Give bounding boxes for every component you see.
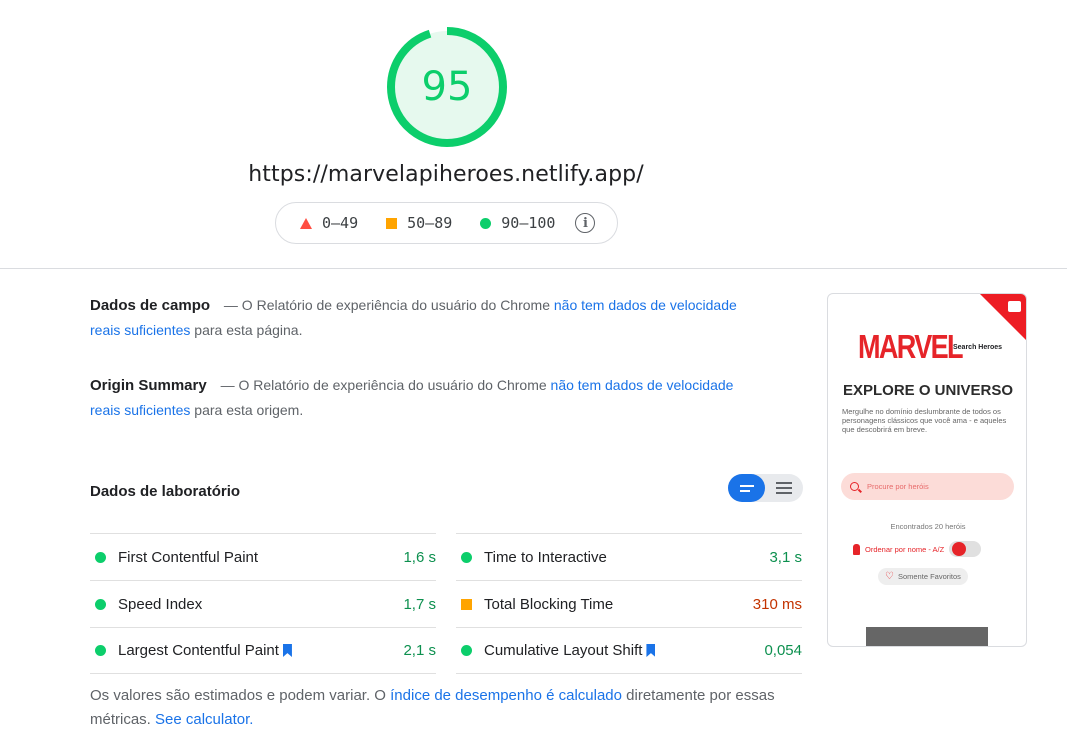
metric-label: Total Blocking Time xyxy=(484,595,614,613)
pass-circle-icon xyxy=(95,598,106,610)
metric-lcp: Largest Contentful Paint 2,1 s xyxy=(90,627,436,674)
final-screenshot-thumbnail[interactable]: MARVEL Search Heroes EXPLORE O UNIVERSO … xyxy=(827,293,1027,647)
field-data-text-after: para esta página. xyxy=(194,322,303,338)
origin-summary-text-after: para esta origem. xyxy=(194,402,304,418)
info-icon[interactable]: i xyxy=(575,213,596,233)
thumbnail-heading: EXPLORE O UNIVERSO xyxy=(842,382,1014,399)
lab-metrics-grid: First Contentful Paint 1,6 s Time to Int… xyxy=(90,533,802,674)
metric-value: 1,7 s xyxy=(403,595,436,613)
score-calculation-link[interactable]: índice de desempenho é calculado xyxy=(390,687,622,704)
legend-average: 50–89 xyxy=(386,214,452,232)
field-data-title: Dados de campo xyxy=(90,297,211,314)
metric-speed-index: Speed Index 1,7 s xyxy=(90,580,436,627)
logo-subtitle: Search Heroes xyxy=(953,344,1003,351)
triangle-icon xyxy=(300,217,312,229)
short-lines-icon xyxy=(739,484,754,492)
footnote-text: Os valores são estimados e podem variar.… xyxy=(90,687,391,704)
metric-label: Speed Index xyxy=(118,595,203,613)
compact-view-button[interactable] xyxy=(728,474,765,502)
legend-average-label: 50–89 xyxy=(407,214,453,232)
metrics-row: Speed Index 1,7 s Total Blocking Time 31… xyxy=(90,580,802,627)
heart-icon: ♡ xyxy=(885,571,894,582)
field-data-section: Dados de campo — O Relatório de experiên… xyxy=(90,293,750,342)
favorites-label: Somente Favoritos xyxy=(897,572,961,581)
origin-summary-text: — O Relatório de experiência do usuário … xyxy=(220,377,547,393)
hero-card-preview xyxy=(866,627,988,646)
search-placeholder: Procure por heróis xyxy=(867,482,929,491)
metrics-row: Largest Contentful Paint 2,1 s Cumulativ… xyxy=(90,627,802,674)
bookmark-icon xyxy=(282,644,292,657)
marvel-logo: MARVEL xyxy=(858,328,964,365)
metric-label: Cumulative Layout Shift xyxy=(484,642,643,659)
pass-circle-icon xyxy=(461,551,472,563)
legend-pass: 90–100 xyxy=(480,214,555,232)
favorites-chip: ♡ Somente Favoritos xyxy=(878,568,968,585)
origin-summary-section: Origin Summary — O Relatório de experiên… xyxy=(90,373,750,422)
expanded-view-button[interactable] xyxy=(765,474,802,502)
metric-tbt: Total Blocking Time 310 ms xyxy=(456,580,802,627)
metric-label-wrap: Largest Contentful Paint xyxy=(118,642,403,659)
long-lines-icon xyxy=(775,482,792,494)
metric-cls: Cumulative Layout Shift 0,054 xyxy=(456,627,802,674)
hero-icon xyxy=(853,543,860,555)
metric-value: 2,1 s xyxy=(403,642,436,659)
origin-summary-title: Origin Summary xyxy=(90,377,207,394)
metrics-row: First Contentful Paint 1,6 s Time to Int… xyxy=(90,533,802,580)
github-corner-icon xyxy=(1008,301,1021,312)
metric-label-wrap: Cumulative Layout Shift xyxy=(484,642,764,659)
thumbnail-search-bar: Procure por heróis xyxy=(841,473,1014,500)
section-divider xyxy=(0,268,1067,269)
search-icon xyxy=(850,482,859,491)
square-icon xyxy=(386,217,398,229)
metrics-footnote: Os valores são estimados e podem variar.… xyxy=(90,684,790,732)
metric-value: 3,1 s xyxy=(769,548,802,566)
score-legend: 0–49 50–89 90–100 i xyxy=(275,202,618,244)
pass-circle-icon xyxy=(95,645,106,656)
see-calculator-link[interactable]: See calculator. xyxy=(155,711,253,728)
field-data-text: — O Relatório de experiência do usuário … xyxy=(223,297,550,313)
score-value: 95 xyxy=(421,64,473,110)
metric-value: 1,6 s xyxy=(403,548,436,566)
toggle-switch xyxy=(949,541,982,557)
pass-circle-icon xyxy=(95,551,106,563)
legend-pass-label: 90–100 xyxy=(501,214,556,232)
metric-label: Largest Contentful Paint xyxy=(118,642,279,659)
thumbnail-description: Mergulhe no domínio deslumbrante de todo… xyxy=(842,407,1007,434)
legend-fail: 0–49 xyxy=(300,214,358,232)
metric-label: Time to Interactive xyxy=(484,548,607,566)
metric-fcp: First Contentful Paint 1,6 s xyxy=(90,533,436,580)
bookmark-icon xyxy=(646,644,656,657)
metric-value: 0,054 xyxy=(764,642,802,659)
order-toggle: Ordenar por nome - A/Z xyxy=(853,541,982,557)
lab-data-title: Dados de laboratório xyxy=(90,483,241,500)
pass-circle-icon xyxy=(461,645,472,656)
tested-url: https://marvelapiheroes.netlify.app/ xyxy=(248,162,644,187)
circle-icon xyxy=(480,217,492,229)
order-label: Ordenar por nome - A/Z xyxy=(865,544,945,554)
metric-tti: Time to Interactive 3,1 s xyxy=(456,533,802,580)
metric-label: First Contentful Paint xyxy=(118,548,259,566)
average-square-icon xyxy=(461,598,472,610)
performance-score-gauge: 95 xyxy=(386,26,508,148)
metric-value: 310 ms xyxy=(752,595,802,613)
found-count: Encontrados 20 heróis xyxy=(890,522,966,531)
legend-fail-label: 0–49 xyxy=(322,214,359,232)
metrics-view-toggle[interactable] xyxy=(728,474,803,502)
